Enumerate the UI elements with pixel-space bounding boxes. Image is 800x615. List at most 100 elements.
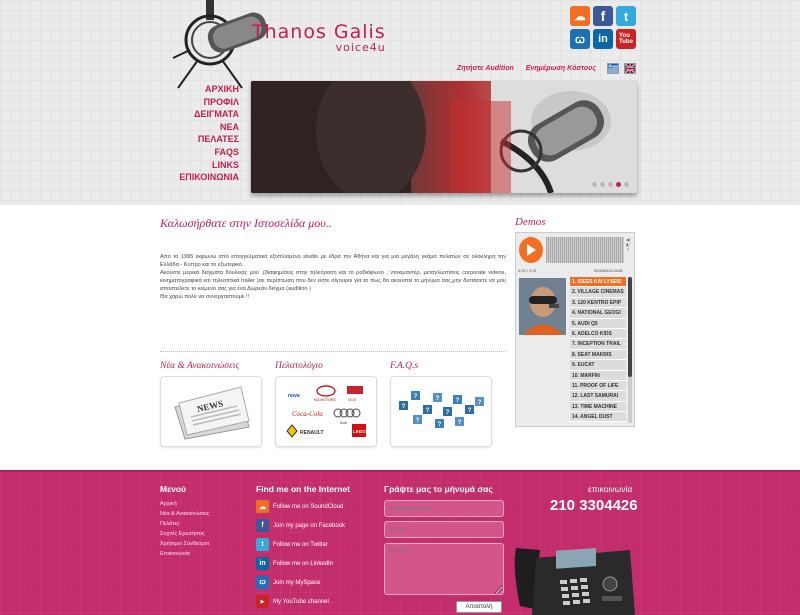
track-item[interactable]: 10. MARFIN [570, 370, 626, 381]
uk-flag-icon[interactable] [624, 63, 636, 74]
client-logo-cocacola: Coca-Cola [292, 410, 323, 418]
artist-artwork [519, 278, 566, 335]
track-item[interactable]: 3. 120 KENTRO EPIP [570, 297, 626, 309]
news-card[interactable]: NEWS [160, 376, 262, 447]
nav-item-news[interactable]: ΝΕΑ [170, 121, 239, 134]
linkedin-icon: in [256, 557, 269, 570]
intro-paragraph: Θα χαρώ πολύ να συνεργαστούμε !! [160, 293, 250, 300]
track-item-active[interactable]: 1. IDEES KAI LYSEIS [570, 277, 626, 288]
top-links: Ζητήστε Audition Ενημέρωση Κόστους [457, 65, 596, 72]
site-logo[interactable]: Thanos Galis voice4u [252, 22, 386, 54]
nav-item-links[interactable]: LINKS [170, 159, 239, 172]
welcome-heading: Καλωσήρθατε στην Ιστοσελίδα μου.. [160, 216, 332, 230]
footer-menu-item[interactable]: Νέα & Ανακοινώσεις [160, 510, 209, 519]
track-item[interactable]: 4. NATIONAL GEOGI [570, 308, 626, 319]
soundcloud-icon: ☁ [256, 500, 269, 513]
svg-text:?: ? [436, 396, 440, 402]
svg-text:?: ? [416, 418, 420, 424]
footer-menu-item[interactable]: Αρχική [160, 500, 177, 509]
email-input[interactable] [384, 521, 504, 538]
send-button[interactable]: Αποστολή [456, 601, 502, 613]
player-time: 0:00 / 0:21 [518, 268, 537, 273]
track-item[interactable]: 14. ANGEL DUST [570, 412, 626, 423]
faq-card[interactable]: ? ? ? ? ? ? ? ? ? ? ? [390, 376, 492, 447]
track-scrollbar-thumb[interactable] [628, 277, 632, 377]
contact-label: επικοινωνία [588, 484, 633, 494]
greek-flag-icon[interactable] [607, 63, 619, 74]
audition-link[interactable]: Ζητήστε Audition [457, 65, 514, 72]
footer-link-label: Join my page on Facebook [273, 522, 346, 529]
nav-item-samples[interactable]: ΔΕΙΓΜΑΤΑ [170, 108, 239, 121]
slider-dot[interactable] [624, 182, 629, 187]
nav-item-profile[interactable]: ΠΡΟΦΙΛ [170, 96, 239, 109]
track-item[interactable]: 11. PROOF OF LIFE [570, 380, 626, 392]
slider-dot[interactable] [600, 182, 605, 187]
svg-text:?: ? [468, 408, 472, 414]
footer-link-facebook[interactable]: f Join my page on Facebook [256, 519, 345, 532]
track-item[interactable]: 7. INCEPTION TRAIL [570, 339, 626, 350]
twitter-icon[interactable]: t [616, 6, 636, 26]
track-item[interactable]: 5. AUDI Q5 [570, 318, 626, 329]
svg-text:?: ? [426, 408, 430, 414]
nav-item-faqs[interactable]: FAQs [170, 146, 239, 159]
hero-slider[interactable] [251, 81, 637, 193]
content-divider [160, 351, 506, 352]
soundcloud-player: ◀) ◧ ↗ 0:00 / 0:21 SOUNDCLOUD 1. IDEES KAI… [515, 232, 635, 427]
footer-link-twitter[interactable]: t Follow me on Twitter [256, 538, 328, 551]
play-button[interactable] [519, 237, 543, 263]
svg-text:?: ? [438, 422, 442, 428]
clients-section-title[interactable]: Πελατολόγιο [275, 361, 323, 371]
track-item[interactable]: 9. EUCAT [570, 360, 626, 371]
footer-menu-item[interactable]: Χρήσιμοι Σύνδεσμοι [160, 540, 209, 549]
svg-text:?: ? [458, 420, 462, 426]
message-textarea[interactable] [384, 543, 504, 595]
footer-link-myspace[interactable]: ꞷ Join my MySpace [256, 576, 320, 589]
linkedin-icon[interactable]: in [593, 29, 613, 49]
svg-text:?: ? [478, 400, 482, 406]
intro-text: Από το 1995 εκφωνώ από επαγγελματικά εξο… [160, 254, 506, 301]
facebook-icon[interactable]: f [593, 6, 613, 26]
phone-number[interactable]: 210 3304426 [550, 497, 638, 514]
clients-card[interactable]: nova KIA MOTORS SEAT Coca-Cola Audi RENA… [275, 376, 377, 447]
track-item[interactable]: 12. LAST SAMURAI [570, 391, 626, 402]
contact-form-title: Γράψτε μας το μήνυμά σας [384, 484, 493, 494]
news-section-title[interactable]: Νέα & Ανακοινώσεις [160, 361, 239, 371]
slider-dot[interactable] [608, 182, 613, 187]
youtube-icon: ▶ [256, 595, 269, 608]
footer-internet-title: Find me on the Internet [256, 484, 350, 494]
footer-link-youtube[interactable]: ▶ My YouTube channel [256, 595, 329, 608]
footer-menu-item[interactable]: Συχνές Ερωτήσεις [160, 530, 205, 539]
svg-text:?: ? [446, 410, 450, 416]
slider-dot-active[interactable] [616, 182, 621, 187]
faq-section-title[interactable]: F.A.Q.s [390, 361, 418, 371]
track-item[interactable]: 2. VILLAGE CINEMAS [570, 287, 626, 298]
track-item[interactable]: 13. TIME MACHINE [570, 401, 626, 413]
nav-item-contact[interactable]: ΕΠΙΚΟΙΝΩΝΙΑ [170, 171, 239, 184]
footer-link-label: Follow me on SoundCloud [273, 503, 344, 510]
footer-link-label: My YouTube channel [273, 598, 329, 605]
track-item[interactable]: 8. SEAT MAKRIS [570, 349, 626, 361]
twitter-icon: t [256, 538, 269, 551]
myspace-icon[interactable]: ꞷ [570, 29, 590, 49]
slider-dot[interactable] [592, 182, 597, 187]
logo-name: Thanos Galis [252, 21, 386, 43]
footer-menu-item[interactable]: Επικοινωνία [160, 550, 190, 559]
footer-menu-item[interactable]: Πελάτες [160, 520, 180, 529]
waveform[interactable] [546, 237, 624, 263]
logo-subtitle: voice4u [335, 41, 386, 54]
soundcloud-icon[interactable]: ☁ [570, 6, 590, 26]
youtube-icon[interactable]: You Tube [616, 29, 636, 49]
player-controls[interactable]: ◀) ◧ ↗ [626, 237, 632, 265]
myspace-icon: ꞷ [256, 576, 269, 589]
play-icon [527, 244, 536, 256]
name-input[interactable] [384, 500, 504, 517]
footer-menu-title: Μενού [160, 484, 186, 494]
cost-link[interactable]: Ενημέρωση Κόστους [526, 65, 596, 72]
footer-link-linkedin[interactable]: in Follow me on LinkedIn [256, 557, 333, 570]
track-item[interactable]: 6. ADELCO KIDS [570, 328, 626, 340]
footer-link-soundcloud[interactable]: ☁ Follow me on SoundCloud [256, 500, 343, 513]
nav-item-home[interactable]: ΑΡΧΙΚΗ [170, 83, 239, 96]
nav-item-clients[interactable]: ΠΕΛΑΤΕΣ [170, 133, 239, 146]
newspaper-image: NEWS [174, 386, 250, 440]
svg-text:?: ? [402, 404, 406, 410]
